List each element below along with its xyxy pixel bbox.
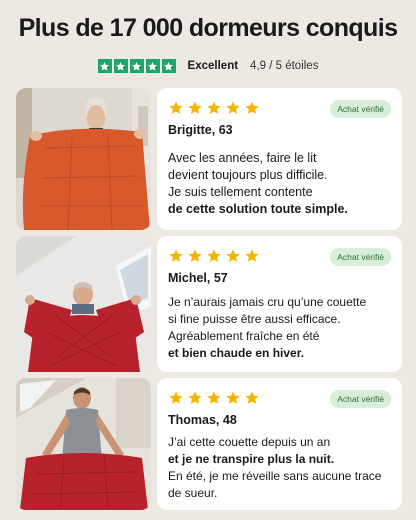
star-icon (245, 249, 259, 262)
review-stars (168, 100, 260, 116)
star-icon (161, 59, 176, 73)
star-icon (113, 59, 128, 73)
trustpilot-rating: Excellent 4,9 / 5 étoiles (0, 59, 416, 73)
review-line: de sueur. (168, 486, 218, 500)
review-card: Achat vérifié Thomas, 48 J’ai cette coue… (157, 378, 402, 510)
star-icon (169, 391, 183, 404)
review-line: devient toujours plus difficile. (168, 168, 328, 182)
customer-photo-thomas (16, 378, 151, 510)
star-icon (129, 59, 144, 73)
verified-purchase-badge: Achat vérifié (330, 248, 391, 266)
star-icon (207, 101, 221, 114)
trustpilot-stars (97, 59, 176, 73)
customer-photo-michel (16, 236, 151, 372)
review-card: Achat vérifié Michel, 57 Je n’aurais jam… (157, 236, 402, 372)
star-icon (188, 391, 202, 404)
reviewer-name: Brigitte, 63 (168, 123, 233, 137)
star-icon (226, 391, 240, 404)
review-line: Je suis tellement contente (168, 185, 313, 199)
review-line: J’ai cette couette depuis un an (168, 435, 331, 449)
review-highlight: de cette solution toute simple. (168, 202, 348, 216)
review-card: Achat vérifié Brigitte, 63 Avec les anné… (157, 88, 402, 230)
star-icon (226, 101, 240, 114)
star-icon (169, 249, 183, 262)
review-line: Avec les années, faire le lit (168, 151, 317, 165)
review-highlight: et je ne transpire plus la nuit. (168, 452, 335, 466)
review-stars (168, 390, 260, 406)
rating-score: 4,9 / 5 étoiles (250, 60, 319, 72)
customer-photo-brigitte (16, 88, 151, 230)
star-icon (245, 101, 259, 114)
verified-purchase-badge: Achat vérifié (330, 390, 391, 408)
review-text: Je n’aurais jamais cru qu’une couette si… (168, 294, 396, 362)
star-icon (226, 249, 240, 262)
review-line: Je n’aurais jamais cru qu’une couette (168, 295, 367, 309)
review-highlight: et bien chaude en hiver. (168, 346, 305, 360)
star-icon (207, 391, 221, 404)
star-icon (169, 101, 183, 114)
review-stars (168, 248, 260, 264)
star-icon (145, 59, 160, 73)
reviewer-name: Thomas, 48 (168, 413, 237, 427)
verified-purchase-badge: Achat vérifié (330, 100, 391, 118)
review-line: si fine puisse être aussi efficace. (168, 312, 341, 326)
star-icon (97, 59, 112, 73)
star-icon (207, 249, 221, 262)
star-icon (188, 249, 202, 262)
review-text: J’ai cette couette depuis un an et je ne… (168, 434, 396, 502)
review-text: Avec les années, faire le lit devient to… (168, 150, 396, 218)
review-line: Agréablement fraîche en été (168, 329, 320, 343)
star-icon (188, 101, 202, 114)
star-icon (245, 391, 259, 404)
review-line: En été, je me réveille sans aucune trace (168, 469, 382, 483)
rating-label: Excellent (187, 60, 239, 72)
page-title: Plus de 17 000 dormeurs conquis (18, 14, 398, 42)
reviewer-name: Michel, 57 (168, 271, 228, 285)
